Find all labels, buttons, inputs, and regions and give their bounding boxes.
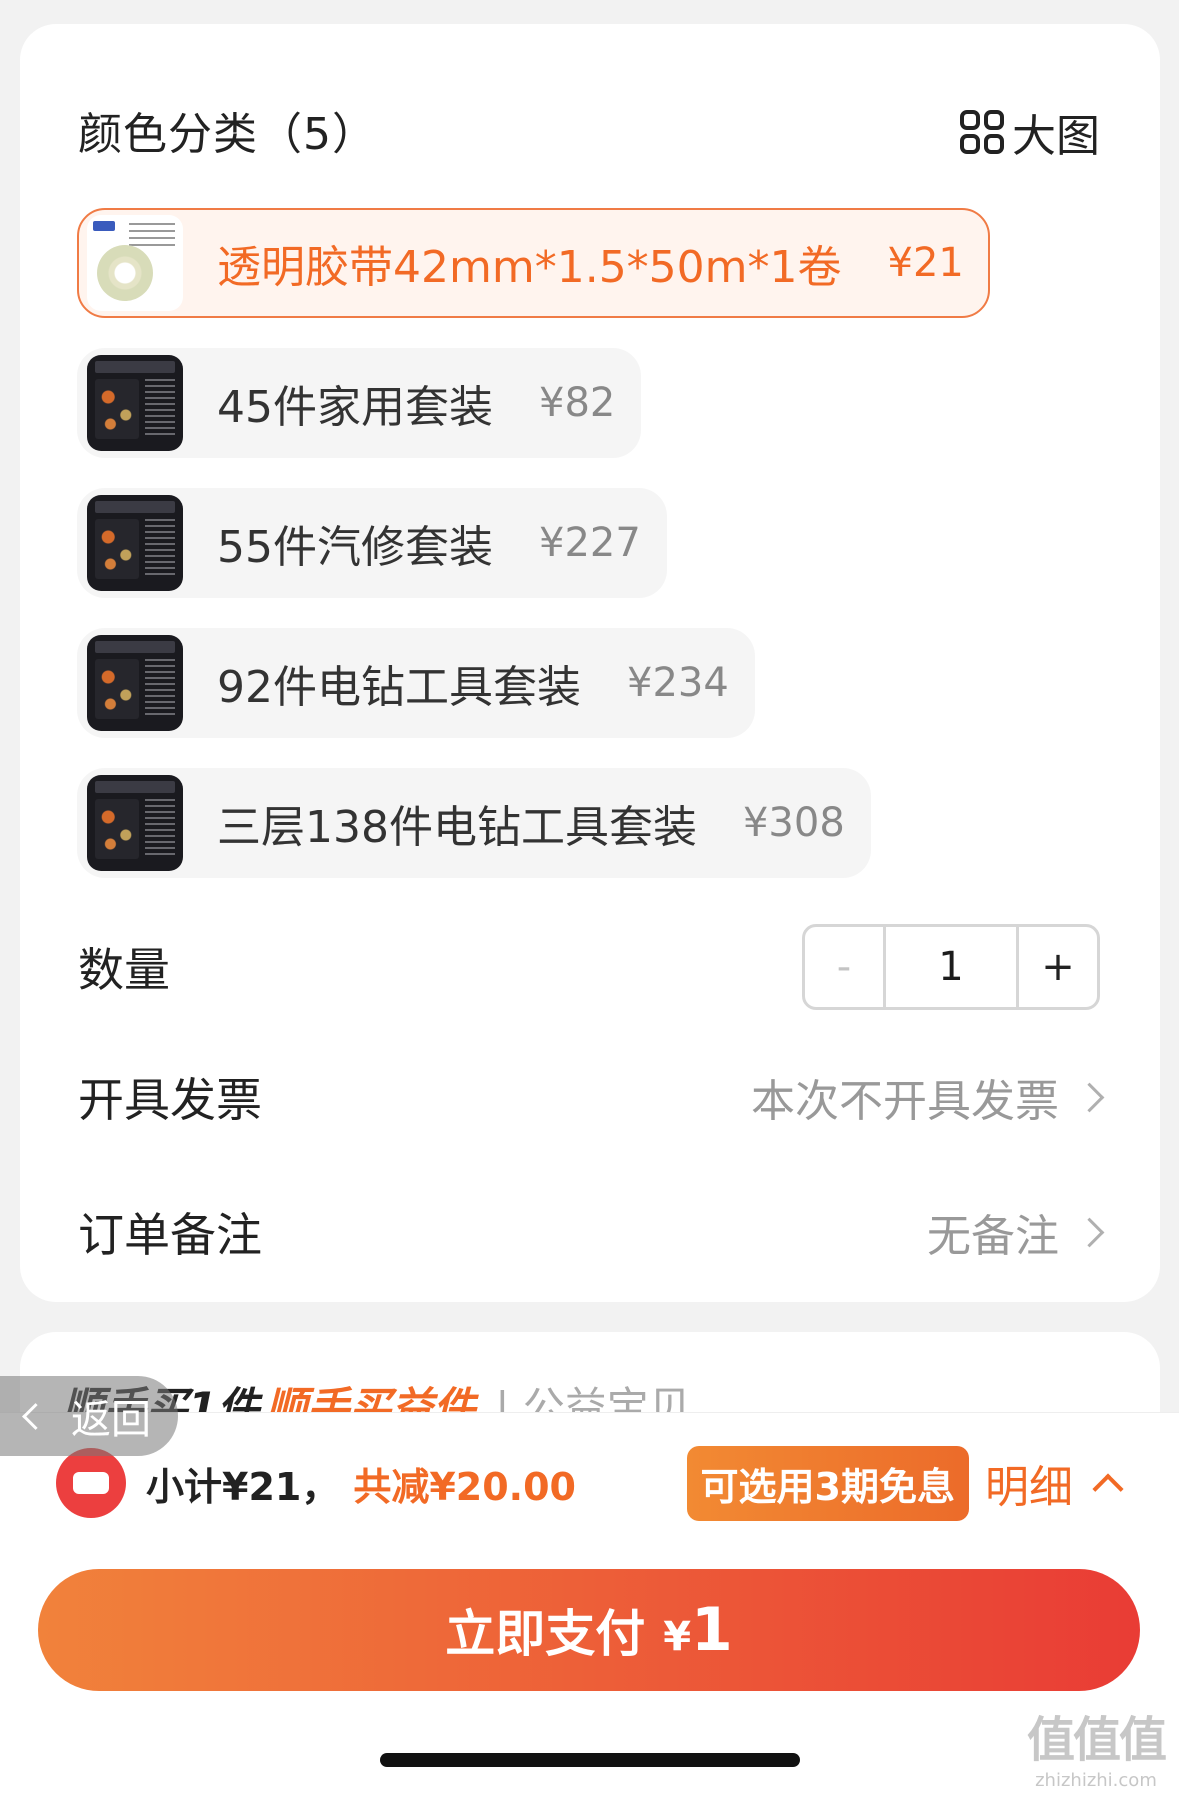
variant-option-92pc[interactable]: 92件电钻工具套装 ¥234 bbox=[77, 628, 755, 738]
invoice-value: 本次不开具发票 bbox=[751, 1076, 1059, 1127]
detail-toggle[interactable]: 明细 bbox=[985, 1451, 1124, 1515]
variant-name: 92件电钻工具套装 bbox=[217, 662, 581, 713]
pay-now-button[interactable]: 立即支付 ¥1 bbox=[38, 1569, 1140, 1691]
quantity-row: 数量 - 1 + bbox=[78, 924, 1100, 1010]
variant-name: 透明胶带42mm*1.5*50m*1卷 bbox=[217, 242, 842, 293]
variant-thumbnail bbox=[87, 215, 183, 311]
remark-value: 无备注 bbox=[927, 1211, 1059, 1262]
variant-price: ¥227 bbox=[539, 520, 641, 566]
checkout-bar: 小计¥21， 共减¥20.00 可选用3期免息 明细 立即支付 ¥1 bbox=[0, 1412, 1179, 1798]
detail-label: 明细 bbox=[985, 1462, 1073, 1513]
back-button[interactable]: 返回 bbox=[0, 1376, 178, 1456]
chevron-up-icon bbox=[1092, 1473, 1124, 1505]
chevron-left-icon bbox=[22, 1402, 49, 1430]
variant-option-45pc[interactable]: 45件家用套装 ¥82 bbox=[77, 348, 642, 458]
increment-button[interactable]: + bbox=[1019, 927, 1097, 1007]
price-summary: 小计¥21， 共减¥20.00 可选用3期免息 明细 bbox=[56, 1443, 1124, 1523]
subtotal: 小计¥21， bbox=[146, 1464, 340, 1509]
pay-label: 立即支付 bbox=[445, 1605, 646, 1663]
variant-name: 55件汽修套装 bbox=[217, 522, 493, 573]
section-title: 颜色分类（5） bbox=[78, 109, 377, 160]
variant-price: ¥308 bbox=[742, 800, 845, 846]
variant-name: 三层138件电钻工具套装 bbox=[217, 802, 697, 853]
variant-price: ¥82 bbox=[539, 380, 616, 426]
chevron-right-icon bbox=[1074, 1082, 1105, 1112]
big-image-button[interactable]: 大图 bbox=[960, 100, 1100, 164]
watermark-logo: 值值值 bbox=[1026, 1712, 1167, 1768]
variant-option-55pc[interactable]: 55件汽修套装 ¥227 bbox=[77, 488, 667, 598]
remark-row[interactable]: 订单备注 无备注 bbox=[78, 1199, 1105, 1265]
big-image-label: 大图 bbox=[1012, 111, 1100, 162]
back-label: 返回 bbox=[71, 1397, 151, 1443]
pay-amount: 1 bbox=[691, 1595, 733, 1665]
home-indicator bbox=[380, 1753, 800, 1767]
chevron-right-icon bbox=[1074, 1217, 1105, 1247]
variant-option-138pc[interactable]: 三层138件电钻工具套装 ¥308 bbox=[77, 768, 871, 878]
installment-badge[interactable]: 可选用3期免息 bbox=[686, 1445, 969, 1521]
variant-price: ¥234 bbox=[627, 660, 729, 706]
pay-currency: ¥ bbox=[663, 1614, 692, 1660]
decrement-button[interactable]: - bbox=[805, 927, 883, 1007]
grid-icon bbox=[960, 110, 1004, 154]
variant-price: ¥21 bbox=[887, 240, 964, 286]
watermark: 值值值 zhizhizhi.com bbox=[1026, 1700, 1167, 1791]
quantity-label: 数量 bbox=[78, 943, 170, 997]
quantity-input[interactable]: 1 bbox=[883, 927, 1019, 1007]
variant-thumbnail bbox=[87, 355, 183, 451]
watermark-url: zhizhizhi.com bbox=[1035, 1770, 1157, 1791]
coupon-icon bbox=[56, 1448, 126, 1518]
variant-name: 45件家用套装 bbox=[217, 382, 493, 433]
remark-label: 订单备注 bbox=[78, 1208, 262, 1262]
variant-thumbnail bbox=[87, 775, 183, 871]
variant-thumbnail bbox=[87, 635, 183, 731]
variant-option-tape[interactable]: 透明胶带42mm*1.5*50m*1卷 ¥21 bbox=[77, 208, 990, 318]
quantity-stepper: - 1 + bbox=[802, 924, 1100, 1010]
discount: 共减¥20.00 bbox=[353, 1464, 576, 1509]
sku-card: 颜色分类（5） 大图 透明胶带42mm*1.5*50m*1卷 ¥21 45件家用… bbox=[20, 24, 1160, 1302]
invoice-label: 开具发票 bbox=[78, 1073, 262, 1127]
variant-thumbnail bbox=[87, 495, 183, 591]
invoice-row[interactable]: 开具发票 本次不开具发票 bbox=[78, 1064, 1105, 1130]
